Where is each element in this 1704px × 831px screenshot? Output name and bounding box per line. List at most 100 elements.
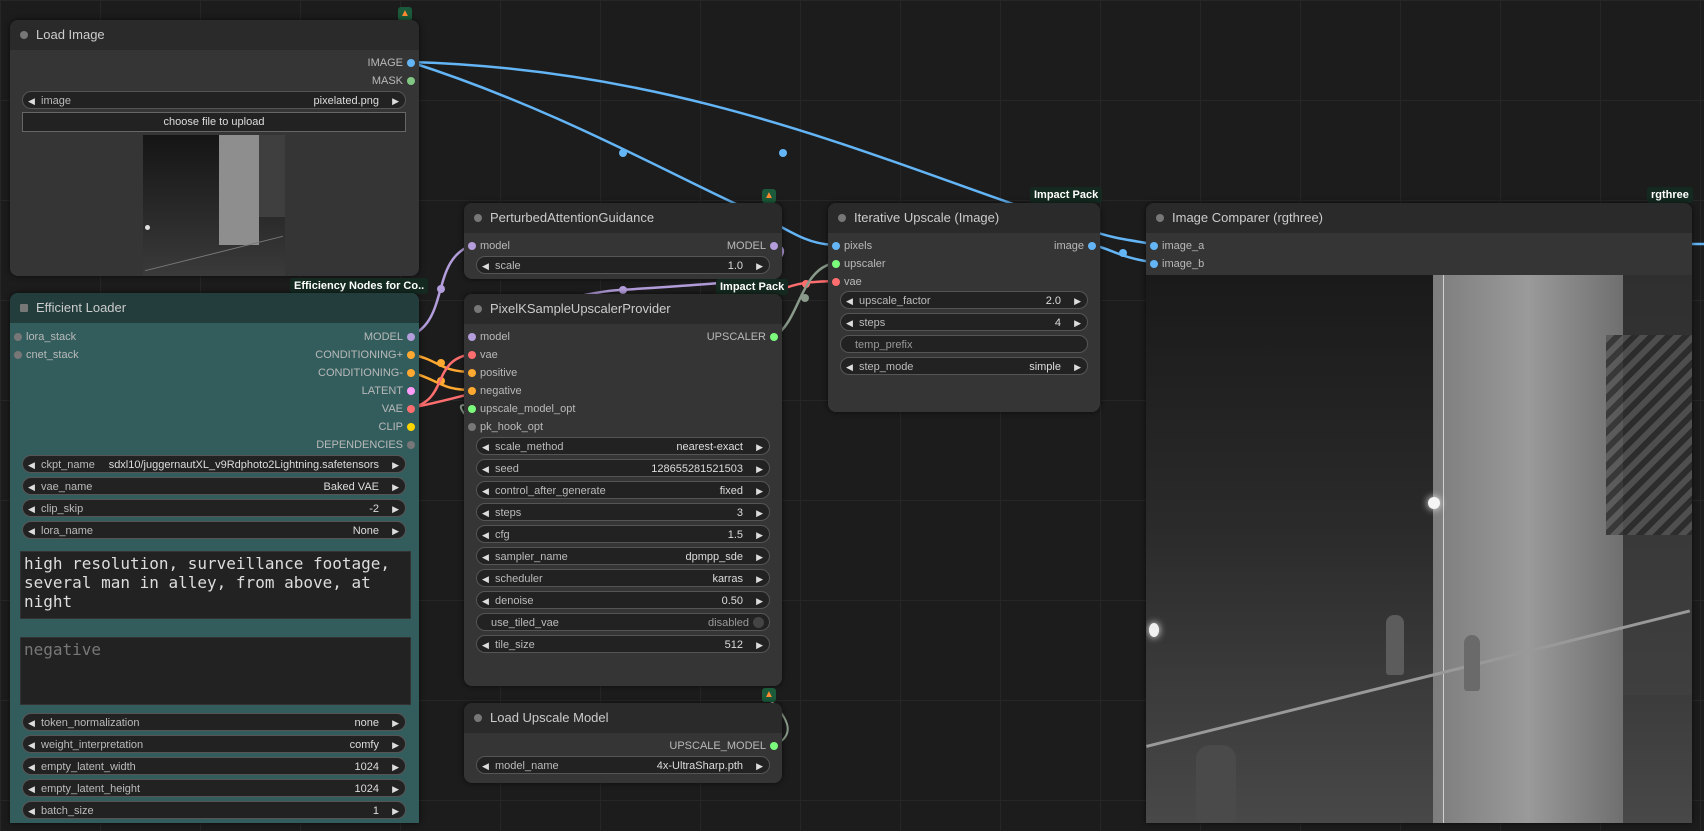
sampler-name-widget[interactable]: ◀ sampler_name dpmpp_sde ▶ bbox=[476, 547, 770, 565]
arrow-left-icon[interactable]: ◀ bbox=[482, 257, 489, 275]
input-port-icon[interactable] bbox=[832, 242, 840, 250]
positive-prompt-textarea[interactable]: high resolution, surveillance footage, s… bbox=[20, 551, 411, 619]
arrow-left-icon[interactable]: ◀ bbox=[28, 478, 35, 496]
collapse-dot-icon[interactable] bbox=[20, 31, 28, 39]
input-port-icon[interactable] bbox=[468, 351, 476, 359]
input-model[interactable]: model bbox=[464, 239, 510, 253]
arrow-left-icon[interactable]: ◀ bbox=[482, 636, 489, 654]
arrow-right-icon[interactable]: ▶ bbox=[392, 500, 399, 518]
output-port-icon[interactable] bbox=[407, 59, 415, 67]
arrow-left-icon[interactable]: ◀ bbox=[28, 714, 35, 732]
output-vae[interactable]: VAE bbox=[382, 402, 419, 416]
arrow-right-icon[interactable]: ▶ bbox=[756, 636, 763, 654]
input-port-icon[interactable] bbox=[1150, 242, 1158, 250]
arrow-left-icon[interactable]: ◀ bbox=[28, 92, 35, 110]
input-vae[interactable]: vae bbox=[464, 348, 498, 362]
clip-skip-widget[interactable]: ◀ clip_skip -2 ▶ bbox=[22, 499, 406, 517]
control-after-generate-widget[interactable]: ◀ control_after_generate fixed ▶ bbox=[476, 481, 770, 499]
output-latent[interactable]: LATENT bbox=[362, 384, 419, 398]
image-comparer-node[interactable]: Image Comparer (rgthree) image_a image_b bbox=[1146, 203, 1692, 823]
input-port-icon[interactable] bbox=[468, 242, 476, 250]
arrow-left-icon[interactable]: ◀ bbox=[482, 592, 489, 610]
input-pixels[interactable]: pixels bbox=[828, 239, 872, 253]
step-mode-widget[interactable]: ◀ step_mode simple ▶ bbox=[840, 357, 1088, 375]
input-pk-hook-opt[interactable]: pk_hook_opt bbox=[464, 420, 543, 434]
arrow-left-icon[interactable]: ◀ bbox=[482, 504, 489, 522]
input-lora-stack[interactable]: lora_stack bbox=[10, 330, 76, 344]
output-port-icon[interactable] bbox=[407, 387, 415, 395]
arrow-left-icon[interactable]: ◀ bbox=[28, 456, 35, 474]
input-port-icon[interactable] bbox=[468, 333, 476, 341]
arrow-left-icon[interactable]: ◀ bbox=[28, 522, 35, 540]
iterative-upscale-node[interactable]: Iterative Upscale (Image) pixels upscale… bbox=[828, 203, 1100, 412]
arrow-right-icon[interactable]: ▶ bbox=[392, 522, 399, 540]
arrow-left-icon[interactable]: ◀ bbox=[482, 548, 489, 566]
temp-prefix-input[interactable]: temp_prefix bbox=[840, 335, 1088, 353]
denoise-widget[interactable]: ◀ denoise 0.50 ▶ bbox=[476, 591, 770, 609]
arrow-left-icon[interactable]: ◀ bbox=[28, 758, 35, 776]
input-port-icon[interactable] bbox=[468, 387, 476, 395]
scale-method-widget[interactable]: ◀ scale_method nearest-exact ▶ bbox=[476, 437, 770, 455]
image-select-widget[interactable]: ◀ image pixelated.png ▶ bbox=[22, 91, 406, 109]
arrow-left-icon[interactable]: ◀ bbox=[482, 570, 489, 588]
input-port-icon[interactable] bbox=[468, 369, 476, 377]
output-upscaler[interactable]: UPSCALER bbox=[707, 330, 782, 344]
arrow-right-icon[interactable]: ▶ bbox=[1074, 358, 1081, 376]
collapse-dot-icon[interactable] bbox=[474, 214, 482, 222]
output-conditioning-negative[interactable]: CONDITIONING- bbox=[318, 366, 419, 380]
arrow-right-icon[interactable]: ▶ bbox=[756, 526, 763, 544]
output-model[interactable]: MODEL bbox=[727, 239, 782, 253]
ckpt-name-widget[interactable]: ◀ ckpt_name sdxl10/juggernautXL_v9Rdphoto2… bbox=[22, 455, 406, 473]
arrow-right-icon[interactable]: ▶ bbox=[1074, 292, 1081, 310]
output-dependencies[interactable]: DEPENDENCIES bbox=[316, 438, 419, 452]
use-tiled-vae-toggle[interactable]: use_tiled_vae disabled bbox=[476, 613, 770, 631]
arrow-right-icon[interactable]: ▶ bbox=[392, 758, 399, 776]
arrow-left-icon[interactable]: ◀ bbox=[482, 757, 489, 775]
output-model[interactable]: MODEL bbox=[364, 330, 419, 344]
arrow-right-icon[interactable]: ▶ bbox=[1074, 314, 1081, 332]
arrow-right-icon[interactable]: ▶ bbox=[392, 736, 399, 754]
arrow-left-icon[interactable]: ◀ bbox=[482, 460, 489, 478]
arrow-left-icon[interactable]: ◀ bbox=[846, 358, 853, 376]
arrow-left-icon[interactable]: ◀ bbox=[482, 526, 489, 544]
negative-prompt-textarea[interactable]: negative bbox=[20, 637, 411, 705]
arrow-left-icon[interactable]: ◀ bbox=[482, 438, 489, 456]
arrow-right-icon[interactable]: ▶ bbox=[756, 257, 763, 275]
arrow-left-icon[interactable]: ◀ bbox=[28, 802, 35, 820]
compare-divider[interactable] bbox=[1443, 275, 1444, 823]
choose-file-button[interactable]: choose file to upload bbox=[22, 112, 406, 132]
arrow-left-icon[interactable]: ◀ bbox=[28, 780, 35, 798]
toggle-knob-icon[interactable] bbox=[753, 617, 764, 628]
output-mask[interactable]: MASK bbox=[372, 74, 419, 88]
weight-interpretation-widget[interactable]: ◀ weight_interpretation comfy ▶ bbox=[22, 735, 406, 753]
empty-latent-height-widget[interactable]: ◀ empty_latent_height 1024 ▶ bbox=[22, 779, 406, 797]
output-port-icon[interactable] bbox=[770, 742, 778, 750]
output-port-icon[interactable] bbox=[407, 423, 415, 431]
arrow-right-icon[interactable]: ▶ bbox=[392, 714, 399, 732]
input-model[interactable]: model bbox=[464, 330, 510, 344]
input-port-icon[interactable] bbox=[468, 423, 476, 431]
output-port-icon[interactable] bbox=[407, 351, 415, 359]
seed-widget[interactable]: ◀ seed 128655281521503 ▶ bbox=[476, 459, 770, 477]
lora-name-widget[interactable]: ◀ lora_name None ▶ bbox=[22, 521, 406, 539]
output-image[interactable]: IMAGE bbox=[368, 56, 419, 70]
arrow-right-icon[interactable]: ▶ bbox=[392, 478, 399, 496]
arrow-left-icon[interactable]: ◀ bbox=[28, 736, 35, 754]
input-vae[interactable]: vae bbox=[828, 275, 862, 289]
batch-size-widget[interactable]: ◀ batch_size 1 ▶ bbox=[22, 801, 406, 819]
input-upscaler[interactable]: upscaler bbox=[828, 257, 886, 271]
input-upscale-model-opt[interactable]: upscale_model_opt bbox=[464, 402, 575, 416]
arrow-right-icon[interactable]: ▶ bbox=[756, 570, 763, 588]
output-port-icon[interactable] bbox=[1088, 242, 1096, 250]
arrow-right-icon[interactable]: ▶ bbox=[756, 548, 763, 566]
input-port-icon[interactable] bbox=[832, 260, 840, 268]
arrow-left-icon[interactable]: ◀ bbox=[846, 292, 853, 310]
steps-widget[interactable]: ◀ steps 3 ▶ bbox=[476, 503, 770, 521]
input-image-a[interactable]: image_a bbox=[1146, 239, 1204, 253]
node-title-bar[interactable]: Efficient Loader bbox=[10, 293, 419, 323]
collapse-dot-icon[interactable] bbox=[474, 714, 482, 722]
arrow-right-icon[interactable]: ▶ bbox=[392, 92, 399, 110]
arrow-left-icon[interactable]: ◀ bbox=[482, 482, 489, 500]
collapse-dot-icon[interactable] bbox=[838, 214, 846, 222]
collapse-dot-icon[interactable] bbox=[1156, 214, 1164, 222]
